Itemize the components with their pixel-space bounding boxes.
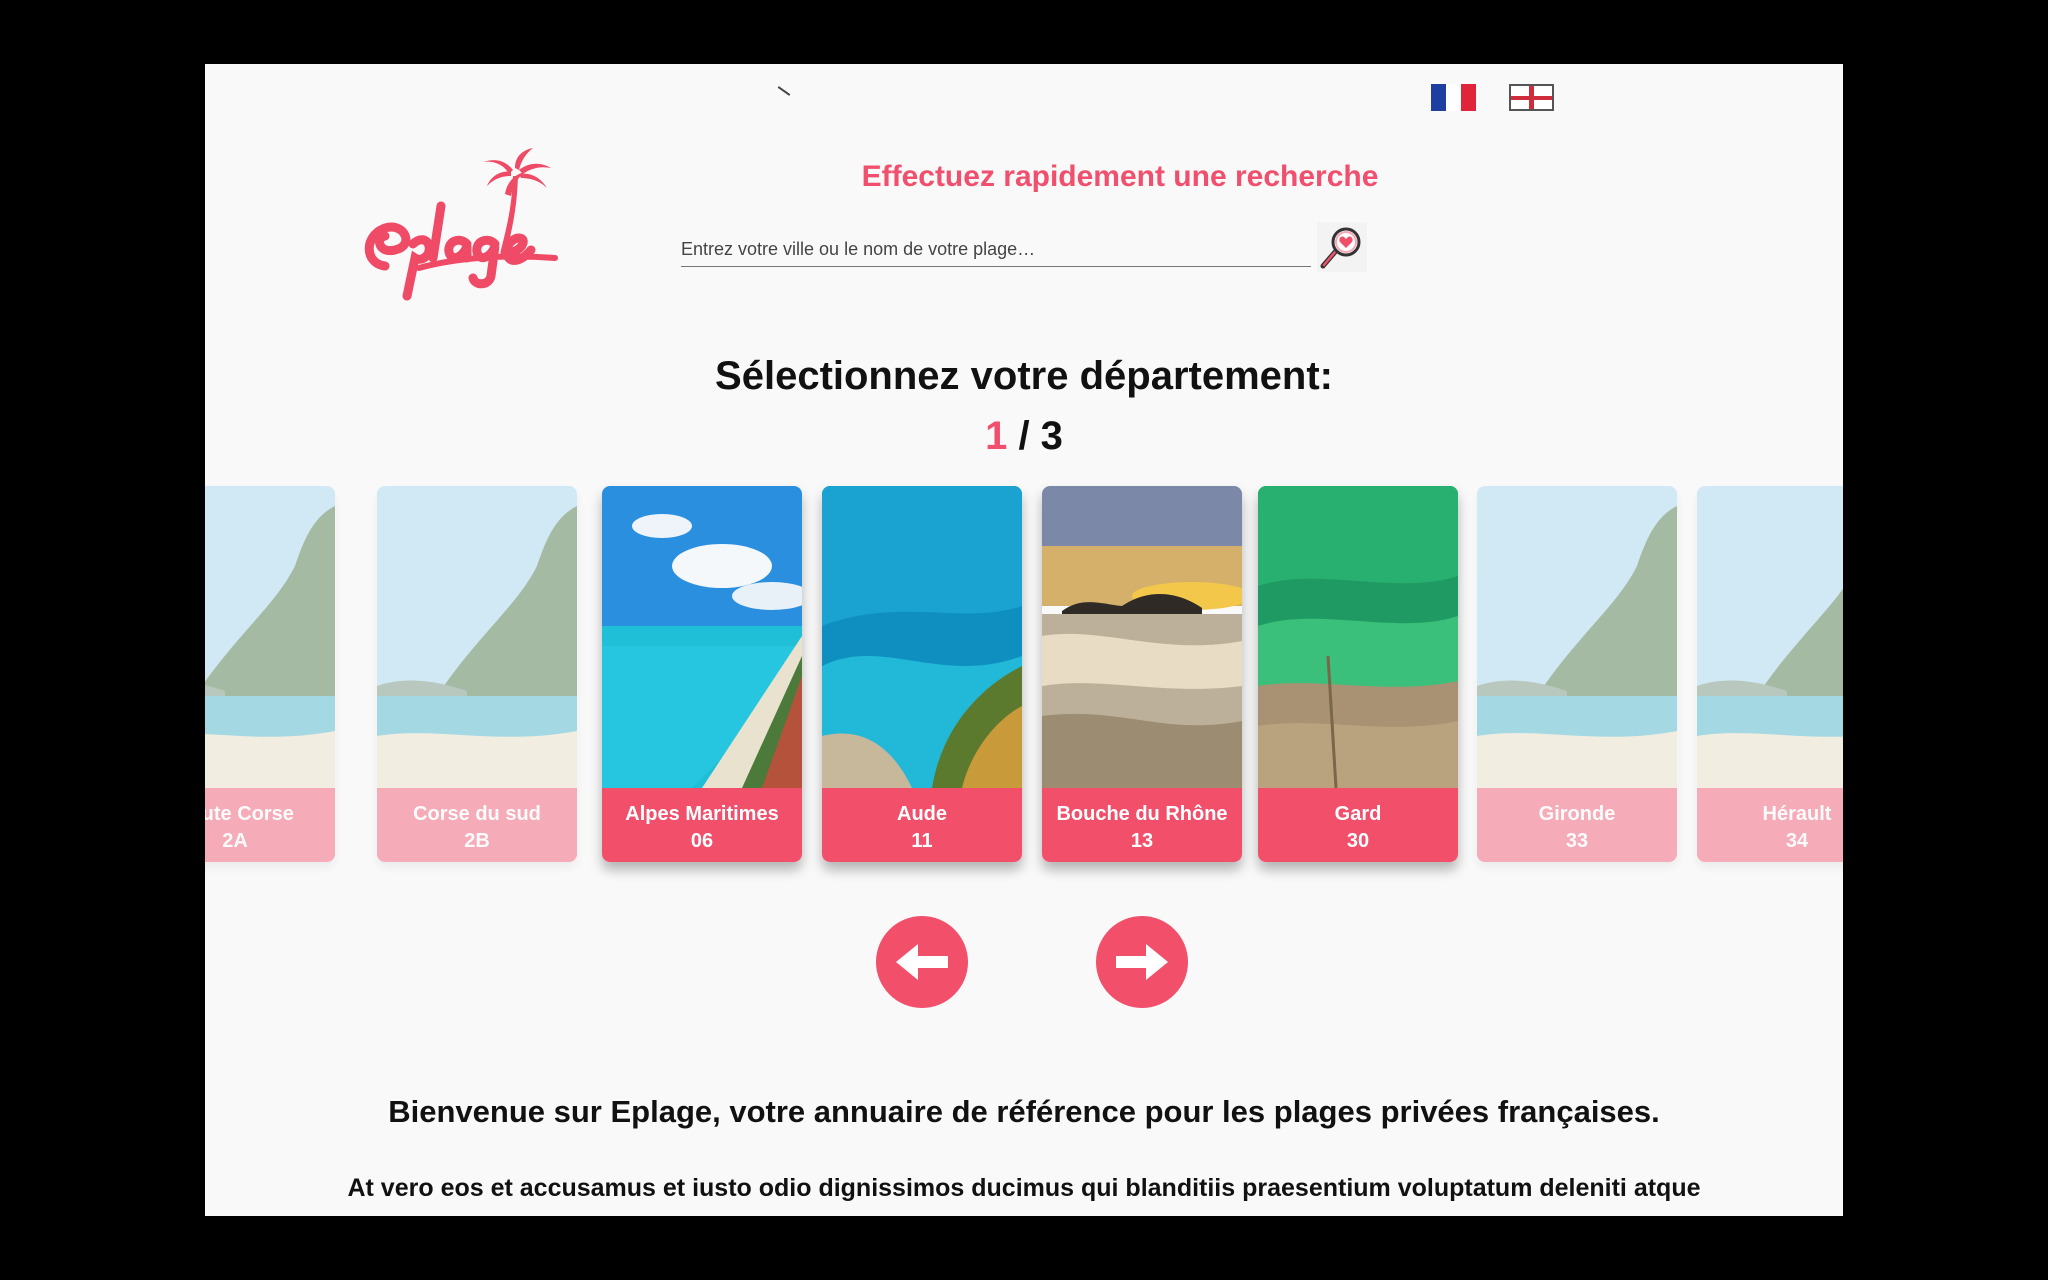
department-code: 2B — [464, 830, 490, 852]
department-label: Corse du sud 2B — [377, 788, 577, 862]
department-name: Corse du sud — [413, 803, 541, 825]
page-frame: Effectuez rapidement une recherche Sélec… — [205, 64, 1843, 1216]
department-code: 34 — [1785, 830, 1809, 852]
department-name: Aude — [897, 803, 947, 825]
department-label: Aude 11 — [822, 788, 1022, 862]
page-total: 3 — [1040, 414, 1063, 458]
department-code: 2A — [222, 830, 248, 852]
tropical-mountain-beach-image — [205, 486, 335, 788]
department-card[interactable]: Aude 11 — [822, 486, 1022, 862]
turquoise-sea-cliff-image — [822, 486, 1022, 788]
department-card[interactable]: Bouche du Rhône 13 — [1042, 486, 1242, 862]
search-title: Effectuez rapidement une recherche — [861, 160, 1379, 193]
department-label: Haute Corse 2A — [205, 788, 335, 862]
department-code: 33 — [1565, 830, 1589, 852]
department-section-title: Sélectionnez votre département: — [715, 354, 1333, 398]
page-separator: / — [1007, 414, 1041, 458]
department-label: Gironde 33 — [1477, 788, 1677, 862]
eplage-logo[interactable] — [355, 146, 605, 306]
decorative-mark — [777, 86, 791, 96]
department-card[interactable]: Haute Corse 2A — [205, 486, 335, 862]
arrow-left-icon — [896, 944, 948, 980]
department-code: 30 — [1346, 830, 1370, 852]
intro-paragraph: At vero eos et accusamus et iusto odio d… — [347, 1174, 1701, 1216]
aerial-coastline-image — [602, 486, 802, 788]
department-code: 11 — [911, 830, 933, 852]
department-code: 13 — [1130, 830, 1154, 852]
welcome-heading: Bienvenue sur Eplage, votre annuaire de … — [388, 1094, 1660, 1129]
department-label: Gard 30 — [1258, 788, 1458, 862]
department-label: Hérault 34 — [1697, 788, 1843, 862]
page-indicator: 1 / 3 — [205, 414, 1843, 459]
tropical-mountain-beach-image — [1477, 486, 1677, 788]
search-input[interactable] — [681, 234, 1311, 267]
green-water-beach-image — [1258, 486, 1458, 788]
department-label: Alpes Maritimes 06 — [602, 788, 802, 862]
department-name: Hérault — [1762, 803, 1832, 825]
arrow-right-icon — [1116, 944, 1168, 980]
department-card[interactable]: Corse du sud 2B — [377, 486, 577, 862]
department-label: Bouche du Rhône 13 — [1042, 788, 1242, 862]
page-current: 1 — [985, 414, 1008, 458]
department-card[interactable]: Hérault 34 — [1697, 486, 1843, 862]
department-card[interactable]: Gironde 33 — [1477, 486, 1677, 862]
department-name: Alpes Maritimes — [625, 803, 779, 825]
sunset-rocks-image — [1042, 486, 1242, 788]
flag-fr-icon[interactable] — [1431, 84, 1476, 111]
department-card[interactable]: Alpes Maritimes 06 — [602, 486, 802, 862]
tropical-mountain-beach-image — [377, 486, 577, 788]
department-code: 06 — [690, 830, 714, 852]
flag-en-icon[interactable] — [1509, 84, 1554, 111]
carousel-prev-button[interactable] — [876, 916, 968, 1008]
carousel-next-button[interactable] — [1096, 916, 1188, 1008]
department-name: Bouche du Rhône — [1056, 803, 1228, 825]
department-card[interactable]: Gard 30 — [1258, 486, 1458, 862]
department-name: Gironde — [1538, 803, 1616, 825]
department-name: Haute Corse — [205, 803, 294, 825]
magnifier-heart-icon[interactable] — [1317, 222, 1367, 272]
department-name: Gard — [1334, 803, 1382, 825]
tropical-mountain-beach-image — [1697, 486, 1843, 788]
